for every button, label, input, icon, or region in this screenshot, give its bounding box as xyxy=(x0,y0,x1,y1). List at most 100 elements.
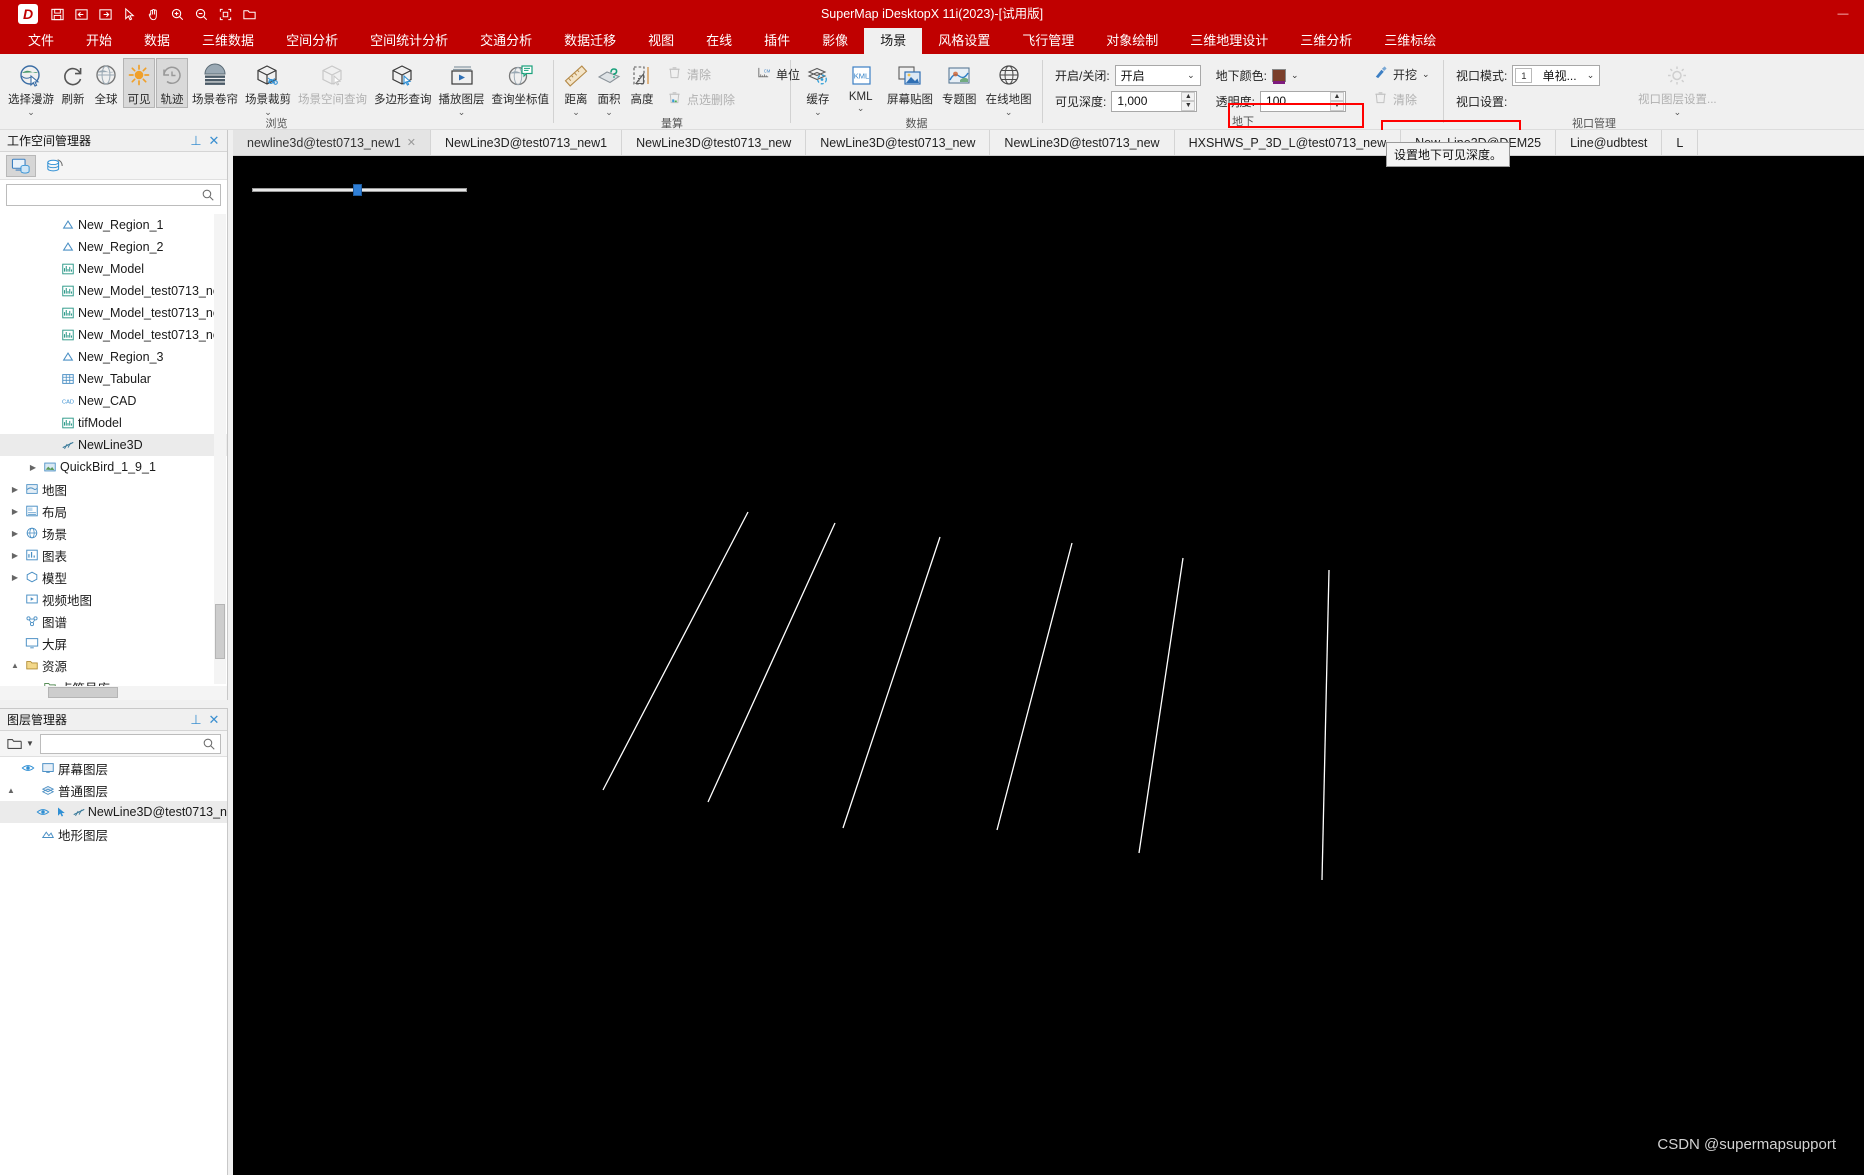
close-icon[interactable]: ✕ xyxy=(407,136,416,149)
ribbon-tab-16[interactable]: 三维地理设计 xyxy=(1174,28,1284,54)
ribbon-tab-15[interactable]: 对象绘制 xyxy=(1090,28,1174,54)
spinner-up-icon[interactable]: ▲ xyxy=(1181,91,1196,101)
workspace-tree-item[interactable]: ▶ 图表 xyxy=(0,544,227,566)
expander-icon[interactable]: ▶ xyxy=(8,529,22,538)
workspace-horizontal-scrollbar[interactable] xyxy=(0,686,227,700)
workspace-tree-item[interactable]: 视频地图 xyxy=(0,588,227,610)
workspace-tree-item[interactable]: New_Model xyxy=(0,258,227,280)
workspace-tree-item[interactable]: ▶ 场景 xyxy=(0,522,227,544)
ribbon-tab-4[interactable]: 空间分析 xyxy=(270,28,354,54)
pin-icon[interactable]: ⊥ xyxy=(187,133,205,149)
layer-tree-item[interactable]: ▲ 普通图层 xyxy=(0,779,227,801)
save-icon[interactable] xyxy=(46,3,68,25)
full-extent-icon[interactable] xyxy=(214,3,236,25)
zoom-in-icon[interactable] xyxy=(166,3,188,25)
chevron-down-icon[interactable]: ⌄ xyxy=(27,108,35,117)
chevron-down-icon[interactable]: ⌄ xyxy=(605,108,613,117)
expander-icon[interactable]: ▶ xyxy=(26,463,40,472)
spinner-down-icon[interactable]: ▼ xyxy=(1181,101,1196,111)
workspace-tree-item[interactable]: New_Region_3 xyxy=(0,346,227,368)
scene-view[interactable]: CSDN @supermapsupport xyxy=(233,156,1864,1175)
minimize-button[interactable]: — xyxy=(1826,1,1860,27)
expander-icon[interactable]: ▲ xyxy=(8,661,22,670)
workspace-tree-item[interactable]: ▶ 布局 xyxy=(0,500,227,522)
ribbon-button-kml[interactable]: KML KML ⌄ xyxy=(840,58,882,113)
ribbon-button-area[interactable]: 面积 ⌄ xyxy=(593,58,625,117)
pin-icon[interactable]: ⊥ xyxy=(187,712,205,728)
spinner-arrows[interactable]: ▲ ▼ xyxy=(1181,91,1196,111)
undo-icon[interactable] xyxy=(70,3,92,25)
layer-tree-item[interactable]: 地形图层 xyxy=(0,823,227,845)
workspace-view-icon[interactable] xyxy=(6,154,36,177)
document-tab-8[interactable]: L xyxy=(1662,130,1699,155)
layer-search-input[interactable] xyxy=(39,733,221,754)
chevron-down-icon[interactable]: ⌄ xyxy=(857,104,865,113)
ribbon-button-select-roam[interactable]: 选择漫游 ⌄ xyxy=(6,58,56,117)
ribbon-tab-18[interactable]: 三维标绘 xyxy=(1368,28,1452,54)
ribbon-button-height[interactable]: 高度 xyxy=(626,58,658,108)
expander-icon[interactable]: ▶ xyxy=(8,551,22,560)
workspace-vertical-scrollbar[interactable] xyxy=(214,214,226,684)
ribbon-tab-10[interactable]: 插件 xyxy=(748,28,806,54)
ribbon-tab-8[interactable]: 视图 xyxy=(632,28,690,54)
workspace-tree-item[interactable]: New_Model_test0713_ne xyxy=(0,302,227,324)
workspace-tree-item[interactable]: New_Region_2 xyxy=(0,236,227,258)
chevron-down-icon[interactable]: ⌄ xyxy=(1422,69,1433,80)
document-tab-3[interactable]: NewLine3D@test0713_new xyxy=(806,130,991,155)
scrollbar-thumb[interactable] xyxy=(215,604,225,659)
workspace-tree-item[interactable]: New_Region_1 xyxy=(0,214,227,236)
layer-tree-item[interactable]: 屏幕图层 xyxy=(0,757,227,779)
document-tab-1[interactable]: NewLine3D@test0713_new1 xyxy=(431,130,623,155)
document-tab-7[interactable]: Line@udbtest xyxy=(1556,130,1663,155)
open-folder-icon[interactable] xyxy=(238,3,260,25)
ribbon-tab-3[interactable]: 三维数据 xyxy=(186,28,270,54)
workspace-tree-item[interactable]: NewLine3D xyxy=(0,434,227,456)
workspace-search-input[interactable] xyxy=(6,184,221,206)
workspace-tree-item[interactable]: 图谱 xyxy=(0,610,227,632)
ribbon-button-track[interactable]: 轨迹 xyxy=(156,58,188,108)
ribbon-tab-5[interactable]: 空间统计分析 xyxy=(354,28,464,54)
viewport-mode-select[interactable]: 1 单视... ⌄ xyxy=(1512,64,1601,86)
chevron-down-icon[interactable]: ⌄ xyxy=(1005,108,1013,117)
select-arrow-icon[interactable] xyxy=(118,3,140,25)
ribbon-button-online-map[interactable]: 在线地图 ⌄ xyxy=(981,58,1036,117)
ribbon-button-visible[interactable]: 可见 xyxy=(123,58,155,108)
layer-tree-item[interactable]: NewLine3D@test0713_n xyxy=(0,801,227,823)
spinner-arrows[interactable]: ▲ ▼ xyxy=(1330,91,1345,111)
ribbon-button-thematic-map[interactable]: 专题图 xyxy=(938,58,980,108)
ribbon-button-excavate[interactable]: 开挖 ⌄ xyxy=(1371,63,1439,85)
visibility-eye-icon[interactable] xyxy=(34,805,52,819)
document-tab-5[interactable]: HXSHWS_P_3D_L@test0713_new xyxy=(1174,130,1402,155)
workspace-tree-item[interactable]: 大屏 xyxy=(0,632,227,654)
workspace-tree-item[interactable]: New_Model_test0713_ne xyxy=(0,324,227,346)
visibility-eye-icon[interactable] xyxy=(18,761,38,775)
ribbon-button-polygon-query[interactable]: 多边形查询 xyxy=(371,58,435,108)
zoom-out-icon[interactable] xyxy=(190,3,212,25)
ribbon-tab-13[interactable]: 风格设置 xyxy=(922,28,1006,54)
spinner-up-icon[interactable]: ▲ xyxy=(1330,91,1345,101)
ribbon-button-scene-blind[interactable]: 场景卷帘 xyxy=(189,58,241,108)
ribbon-tab-11[interactable]: 影像 xyxy=(806,28,864,54)
chevron-down-icon[interactable]: ⌄ xyxy=(458,108,466,117)
workspace-tree-item[interactable]: tifModel xyxy=(0,412,227,434)
ribbon-button-query-coordinate[interactable]: 查询坐标值 xyxy=(489,58,553,108)
ribbon-tab-0[interactable]: 文件 xyxy=(12,28,70,54)
document-tab-2[interactable]: NewLine3D@test0713_new xyxy=(622,130,807,155)
workspace-tree-item[interactable]: ▶ 地图 xyxy=(0,478,227,500)
document-tab-4[interactable]: NewLine3D@test0713_new xyxy=(990,130,1175,155)
chevron-down-icon[interactable]: ⌄ xyxy=(572,108,580,117)
expander-icon[interactable]: ▶ xyxy=(8,485,22,494)
workspace-tree-item[interactable]: CAD New_CAD xyxy=(0,390,227,412)
ribbon-tab-7[interactable]: 数据迁移 xyxy=(548,28,632,54)
ribbon-tab-1[interactable]: 开始 xyxy=(70,28,128,54)
ribbon-tab-12[interactable]: 场景 xyxy=(864,28,923,54)
underground-opacity-input[interactable]: 100 ▲ ▼ xyxy=(1260,90,1347,112)
ribbon-tab-2[interactable]: 数据 xyxy=(128,28,186,54)
pan-hand-icon[interactable] xyxy=(142,3,164,25)
chevron-down-icon[interactable]: ⌄ xyxy=(264,108,272,117)
redo-icon[interactable] xyxy=(94,3,116,25)
ribbon-button-screen-overlay[interactable]: 屏幕贴图 xyxy=(883,58,938,108)
ribbon-button-scene-clip[interactable]: 场景裁剪 ⌄ xyxy=(242,58,294,117)
workspace-tree-item[interactable]: New_Tabular xyxy=(0,368,227,390)
chevron-down-icon[interactable]: ⌄ xyxy=(1587,70,1598,81)
